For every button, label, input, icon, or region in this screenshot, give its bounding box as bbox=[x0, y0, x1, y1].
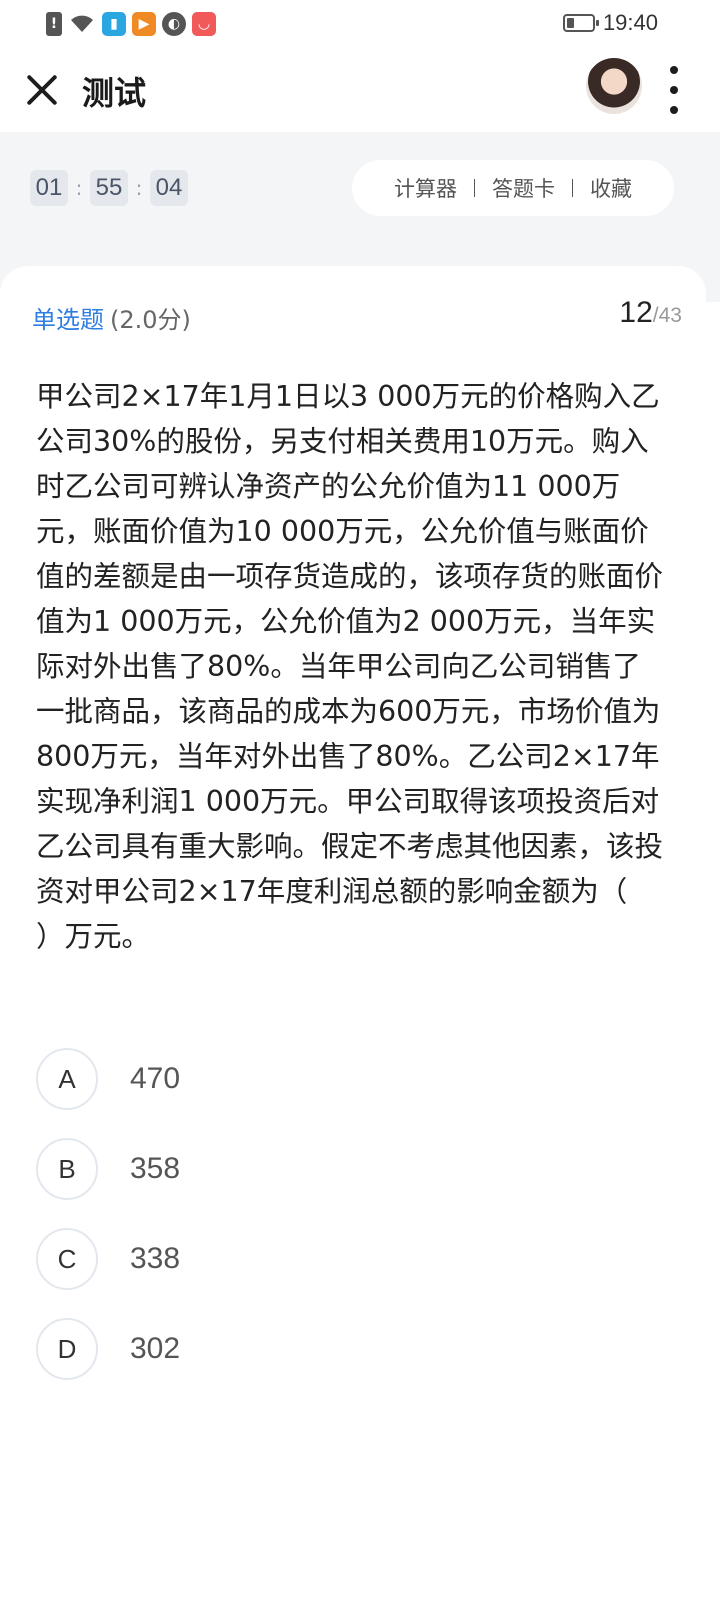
alert-icon: ! bbox=[46, 12, 62, 36]
clock: 19:40 bbox=[602, 10, 658, 35]
option-d[interactable]: D 302 bbox=[36, 1316, 666, 1382]
option-text[interactable]: 338 bbox=[130, 1242, 180, 1276]
status-bar: ! ▮ ▶ ◐ ◡ 19:40 bbox=[0, 0, 720, 48]
question-card: 单选题 (2.0分) 12/43 甲公司2×17年1月1日以3 000万元的价格购… bbox=[0, 266, 706, 1600]
timer-separator: : bbox=[135, 176, 143, 200]
option-letter[interactable]: B bbox=[36, 1138, 98, 1200]
question-stem: 甲公司2×17年1月1日以3 000万元的价格购入乙公司30%的股份，另支付相关… bbox=[36, 380, 685, 953]
timer-hours: 01 bbox=[30, 170, 68, 206]
video-app-icon: ▶ bbox=[132, 12, 156, 36]
wifi-icon bbox=[68, 12, 96, 36]
timer-seconds: 04 bbox=[150, 170, 188, 206]
timer-minutes: 55 bbox=[90, 170, 128, 206]
question-score: (2.0分) bbox=[110, 306, 191, 334]
option-text[interactable]: 302 bbox=[130, 1332, 180, 1366]
battery-level bbox=[566, 18, 574, 28]
option-text[interactable]: 470 bbox=[130, 1062, 180, 1096]
question-type: 单选题 (2.0分) bbox=[32, 300, 191, 335]
option-text[interactable]: 358 bbox=[130, 1152, 180, 1186]
option-c[interactable]: C 338 bbox=[36, 1226, 666, 1292]
shop-app-icon: ◡ bbox=[192, 12, 216, 36]
countdown-timer: 01 : 55 : 04 bbox=[30, 170, 188, 206]
question-total: /43 bbox=[652, 304, 682, 327]
header: 测试 bbox=[0, 48, 720, 132]
option-letter[interactable]: A bbox=[36, 1048, 98, 1110]
page-title: 测试 bbox=[82, 74, 147, 112]
option-b[interactable]: B 358 bbox=[36, 1136, 666, 1202]
tools-bar: 计算器 答题卡 收藏 bbox=[352, 160, 674, 216]
book-app-icon: ▮ bbox=[102, 12, 126, 36]
option-a[interactable]: A 470 bbox=[36, 1046, 666, 1112]
question-progress: 12/43 bbox=[619, 296, 682, 330]
browser-app-icon: ◐ bbox=[162, 12, 186, 36]
more-menu-icon[interactable] bbox=[664, 66, 684, 114]
timer-separator: : bbox=[75, 176, 83, 200]
calculator-button[interactable]: 计算器 bbox=[377, 173, 474, 203]
status-icons: ! ▮ ▶ ◐ ◡ bbox=[46, 12, 216, 36]
question-current: 12 bbox=[619, 296, 653, 329]
battery-icon bbox=[562, 14, 599, 32]
question-type-label: 单选题 bbox=[32, 306, 104, 334]
options-list: A 470 B 358 C 338 D 302 bbox=[36, 1046, 666, 1406]
option-letter[interactable]: C bbox=[36, 1228, 98, 1290]
option-letter[interactable]: D bbox=[36, 1318, 98, 1380]
favorite-button[interactable]: 收藏 bbox=[573, 173, 649, 203]
avatar[interactable] bbox=[586, 58, 642, 114]
answer-card-button[interactable]: 答题卡 bbox=[475, 173, 572, 203]
close-icon[interactable] bbox=[20, 68, 64, 112]
status-right: 19:40 bbox=[562, 10, 658, 36]
